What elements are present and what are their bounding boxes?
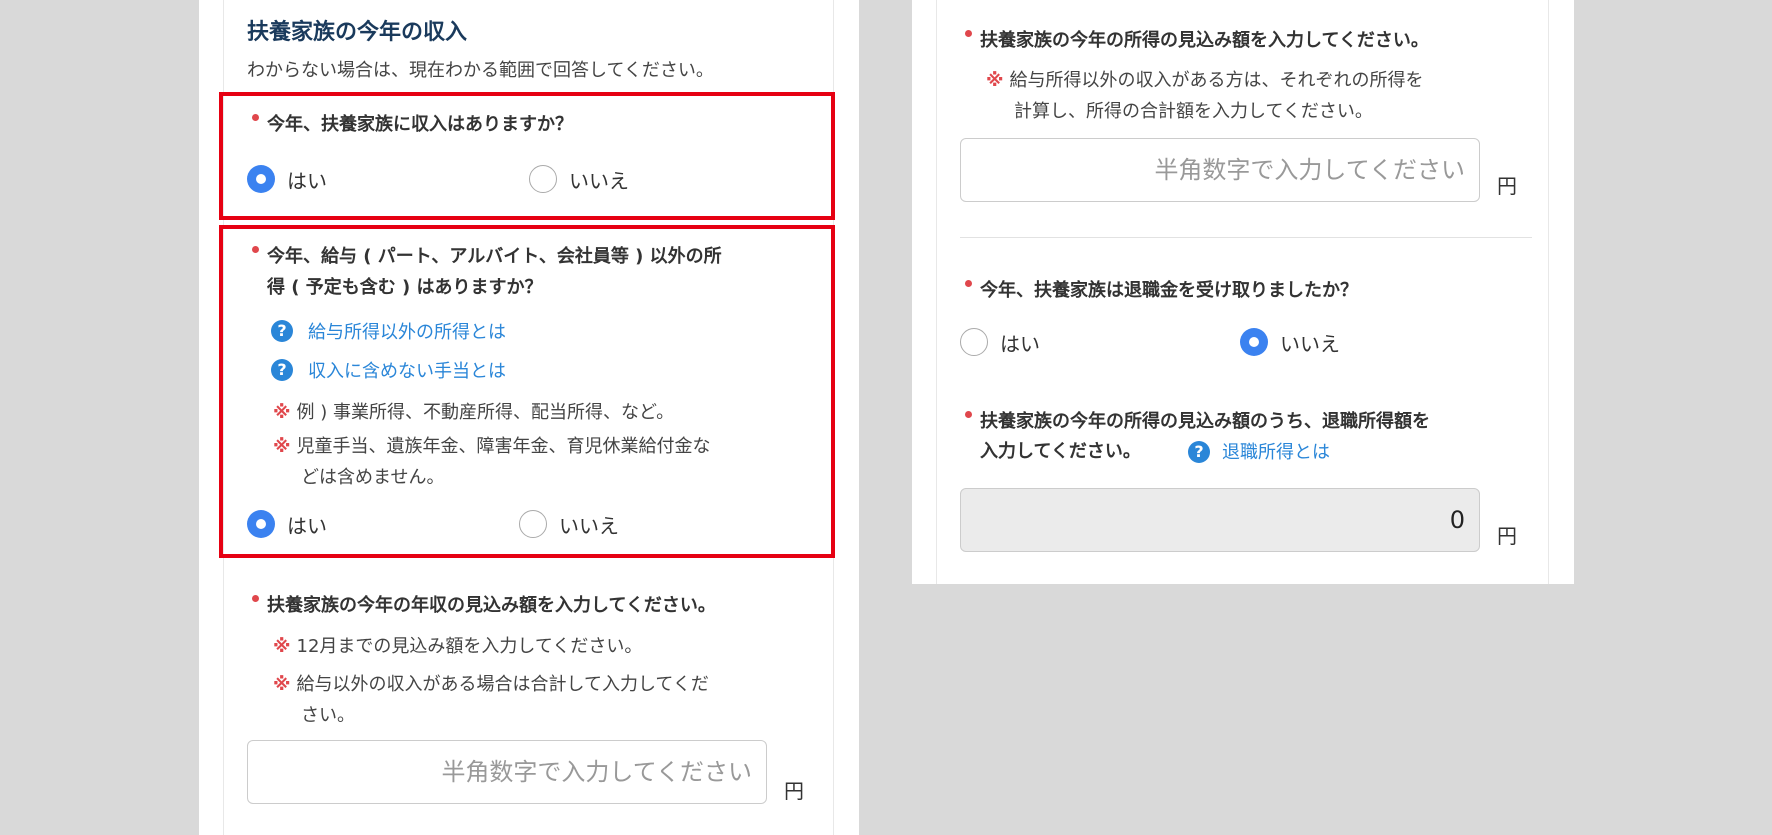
required-dot-icon	[965, 280, 972, 287]
q5-label: 今年、扶養家族は退職金を受け取りましたか？	[980, 280, 1358, 301]
estimated-income-input[interactable]	[960, 138, 1480, 202]
panel-inner-border-left	[936, 0, 937, 584]
yen-unit-label: 円	[784, 779, 804, 803]
annual-income-input[interactable]	[247, 740, 767, 804]
q4-note-cont: 計算し、所得の合計額を入力してください。	[1014, 101, 1373, 122]
help-link-retirement-income[interactable]: 退職所得とは	[1222, 438, 1330, 464]
q6-label-line1: 扶養家族の今年の所得の見込み額のうち、退職所得額を	[980, 411, 1430, 432]
panel-inner-border-right	[1548, 0, 1549, 584]
q3-note-2-cont: さい。	[301, 705, 355, 726]
question-circle-icon[interactable]: ?	[1188, 441, 1210, 463]
q4-note: ※ 給与所得以外の収入がある方は、それぞれの所得を	[986, 70, 1424, 91]
q6-label-line2: 入力してください。	[980, 441, 1141, 462]
right-form-panel: 扶養家族の今年の所得の見込み額を入力してください。 ※ 給与所得以外の収入がある方…	[912, 0, 1574, 584]
note-mark: ※	[986, 70, 1004, 91]
note-mark: ※	[273, 636, 291, 657]
q5-yes-label[interactable]: はい	[1000, 328, 1040, 357]
q5-no-label[interactable]: いいえ	[1280, 328, 1340, 357]
yen-unit-label: 円	[1497, 524, 1517, 548]
required-dot-icon	[965, 411, 972, 418]
q4-label: 扶養家族の今年の所得の見込み額を入力してください。	[980, 30, 1429, 51]
note-mark: ※	[273, 674, 291, 695]
required-dot-icon	[965, 30, 972, 37]
retirement-income-field	[960, 488, 1480, 552]
q5-no-radio[interactable]	[1240, 328, 1268, 356]
section-divider	[960, 237, 1532, 238]
section-subtitle: わからない場合は、現在わかる範囲で回答してください。	[247, 60, 714, 81]
q3-note-1: ※ 12月までの見込み額を入力してください。	[273, 636, 643, 657]
highlight-box-q1	[219, 92, 835, 220]
required-dot-icon	[252, 595, 259, 602]
section-title: 扶養家族の今年の収入	[247, 20, 468, 45]
yen-unit-label: 円	[1497, 174, 1517, 198]
q5-yes-radio[interactable]	[960, 328, 988, 356]
highlight-box-q2	[219, 225, 835, 558]
q3-label: 扶養家族の今年の年収の見込み額を入力してください。	[267, 595, 716, 616]
q3-note-2: ※ 給与以外の収入がある場合は合計して入力してくだ	[273, 674, 709, 695]
